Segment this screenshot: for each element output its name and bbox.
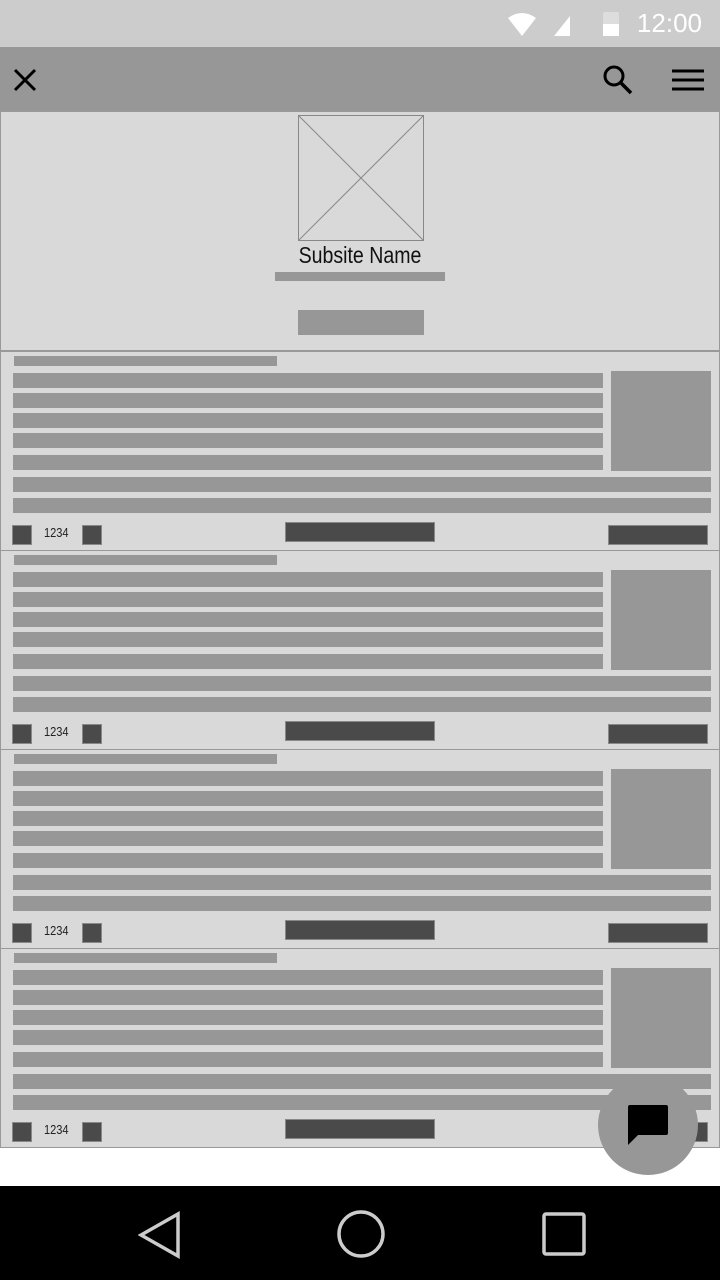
text-line-placeholder (13, 970, 603, 985)
text-line-placeholder (13, 676, 711, 691)
downvote-icon[interactable] (82, 923, 102, 943)
text-line-placeholder (13, 1010, 603, 1025)
share-button[interactable] (608, 724, 708, 744)
text-line-placeholder (13, 990, 603, 1005)
text-line-placeholder (13, 875, 711, 890)
comments-button[interactable] (285, 920, 435, 940)
search-icon[interactable] (602, 64, 634, 96)
text-line-placeholder (13, 632, 603, 647)
text-line-placeholder (13, 811, 603, 826)
chat-icon (628, 1105, 668, 1145)
downvote-icon[interactable] (82, 724, 102, 744)
post-thumbnail (611, 968, 711, 1068)
comments-button[interactable] (285, 721, 435, 741)
text-line-placeholder (13, 498, 711, 513)
logo-image-placeholder (298, 115, 424, 241)
text-line-placeholder (13, 1074, 711, 1089)
upvote-icon[interactable] (12, 1122, 32, 1142)
post-meta-placeholder (14, 953, 277, 963)
wifi-icon (508, 13, 536, 36)
text-line-placeholder (13, 612, 603, 627)
text-line-placeholder (13, 1030, 603, 1045)
downvote-icon[interactable] (82, 525, 102, 545)
vote-count: 1234 (44, 1122, 69, 1137)
clock: 12:00 (636, 8, 702, 38)
text-line-placeholder (13, 654, 603, 669)
post-thumbnail (611, 570, 711, 670)
share-button[interactable] (608, 525, 708, 545)
comments-button[interactable] (285, 522, 435, 542)
post-meta-placeholder (14, 555, 277, 565)
chat-fab[interactable] (598, 1075, 698, 1175)
text-line-placeholder (13, 853, 603, 868)
recents-icon[interactable] (542, 1212, 586, 1256)
text-line-placeholder (13, 373, 603, 388)
text-line-placeholder (13, 433, 603, 448)
text-line-placeholder (13, 477, 711, 492)
text-line-placeholder (13, 393, 603, 408)
upvote-icon[interactable] (12, 923, 32, 943)
signal-icon (554, 16, 570, 36)
menu-icon[interactable] (672, 69, 704, 91)
home-icon[interactable] (336, 1209, 386, 1259)
vote-count: 1234 (44, 724, 69, 739)
status-bar: 12:00 (0, 0, 720, 47)
text-line-placeholder (13, 831, 603, 846)
back-icon[interactable] (138, 1211, 182, 1259)
subsite-header: Subsite Name (0, 111, 720, 351)
upvote-icon[interactable] (12, 525, 32, 545)
vote-count: 1234 (44, 923, 69, 938)
post-card[interactable]: 1234 (0, 749, 720, 949)
downvote-icon[interactable] (82, 1122, 102, 1142)
app-bar (0, 47, 720, 112)
navigation-bar (0, 1186, 720, 1280)
battery-icon (603, 12, 619, 36)
text-line-placeholder (13, 771, 603, 786)
text-line-placeholder (13, 896, 711, 911)
post-card[interactable]: 1234 (0, 351, 720, 551)
post-meta-placeholder (14, 356, 277, 366)
text-line-placeholder (13, 455, 603, 470)
text-line-placeholder (13, 1052, 603, 1067)
subtitle-placeholder (275, 272, 445, 281)
comments-button[interactable] (285, 1119, 435, 1139)
upvote-icon[interactable] (12, 724, 32, 744)
share-button[interactable] (608, 923, 708, 943)
text-line-placeholder (13, 572, 603, 587)
post-thumbnail (611, 371, 711, 471)
post-meta-placeholder (14, 754, 277, 764)
follow-button[interactable] (298, 310, 424, 335)
close-icon[interactable] (13, 68, 37, 92)
text-line-placeholder (13, 697, 711, 712)
text-line-placeholder (13, 791, 603, 806)
text-line-placeholder (13, 592, 603, 607)
post-thumbnail (611, 769, 711, 869)
post-card[interactable]: 1234 (0, 550, 720, 750)
vote-count: 1234 (44, 525, 69, 540)
subsite-name: Subsite Name (298, 242, 422, 268)
text-line-placeholder (13, 413, 603, 428)
